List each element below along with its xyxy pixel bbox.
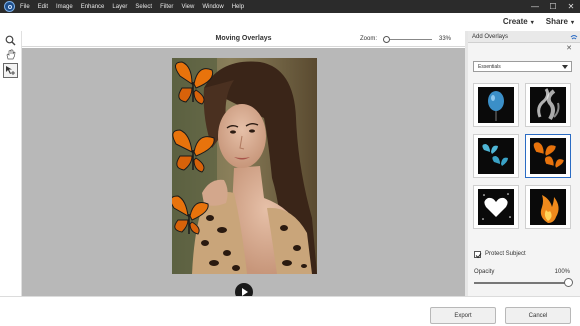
move-arrows-icon [6,66,15,75]
portrait-photo-image [172,58,317,274]
close-window-button[interactable]: ✕ [562,0,580,13]
opacity-value: 100% [554,269,570,275]
opacity-label: Opacity [474,269,495,275]
hand-icon [6,49,16,60]
bottom-bar: Export Cancel [0,296,580,326]
menu-view[interactable]: View [181,4,194,10]
overlay-thumb-blue-butterflies[interactable] [473,134,519,178]
overlay-thumb-heart[interactable] [473,185,519,229]
tools-panel [0,31,22,296]
menu-select[interactable]: Select [135,4,152,10]
create-share-group: Create ▾ Share ▾ [503,17,574,26]
overlay-thumb-fire[interactable] [525,185,571,229]
dropdown-value: Essentials [478,64,501,70]
category-dropdown[interactable]: Essentials [473,61,572,72]
chevron-down-icon: ▾ [570,20,574,26]
app-logo-icon [4,1,15,12]
zoom-label: Zoom: [360,36,378,42]
menu-filter[interactable]: Filter [160,4,173,10]
share-button[interactable]: Share ▾ [546,17,574,26]
menu-enhance[interactable]: Enhance [81,4,105,10]
menu-layer[interactable]: Layer [112,4,127,10]
orange-butterflies-image [530,138,566,174]
cancel-button[interactable]: Cancel [505,307,571,324]
overlay-thumb-smoke[interactable] [525,83,571,127]
opacity-slider-handle[interactable] [563,278,573,287]
balloon-image [478,87,514,123]
maximize-button[interactable]: ☐ [544,0,562,13]
top-bar: Create ▾ Share ▾ [0,13,580,31]
zoom-slider-track[interactable] [384,39,432,40]
create-label: Create [502,17,528,26]
checkmark-icon [475,253,482,259]
chevron-down-icon: ▾ [530,20,534,26]
export-button[interactable]: Export [430,307,496,324]
menu-edit[interactable]: Edit [38,4,48,10]
panel-tab-label: Add Overlays [472,34,509,40]
protect-subject-checkbox[interactable] [474,251,482,259]
share-label: Share [545,17,568,26]
canvas-header: Moving Overlays Zoom: 33% [22,31,465,47]
hand-tool[interactable] [3,47,18,62]
minimize-button[interactable]: — [526,0,544,13]
panel-tab[interactable]: Add Overlays [468,31,580,43]
menu-image[interactable]: Image [56,4,73,10]
fire-image [530,189,566,225]
chevron-down-icon [562,65,568,69]
heart-image [478,189,514,225]
overlays-panel: Add Overlays ✕ Essentials Protect Subjec… [468,31,580,296]
zoom-value: 33% [439,36,452,42]
close-icon[interactable]: ✕ [566,44,572,52]
canvas-area [22,48,465,301]
overlay-thumb-balloon[interactable] [473,83,519,127]
create-button[interactable]: Create ▾ [503,17,534,26]
blue-butterflies-image [478,138,514,174]
magnifier-icon [5,35,16,46]
smoke-image [530,87,566,123]
move-tool[interactable] [3,63,18,78]
menu-window[interactable]: Window [202,4,223,10]
photo-preview[interactable] [172,58,317,274]
protect-subject-label: Protect Subject [485,251,526,257]
window-controls: — ☐ ✕ [526,0,580,13]
zoom-slider-handle[interactable] [382,36,390,43]
overlay-thumb-orange-butterflies[interactable] [525,134,571,178]
overlay-icon [570,35,578,40]
zoom-tool[interactable] [3,33,18,48]
opacity-slider-track[interactable] [474,282,568,284]
menu-file[interactable]: File [20,4,30,10]
menu-help[interactable]: Help [232,4,244,10]
menu-bar: File Edit Image Enhance Layer Select Fil… [0,0,580,13]
